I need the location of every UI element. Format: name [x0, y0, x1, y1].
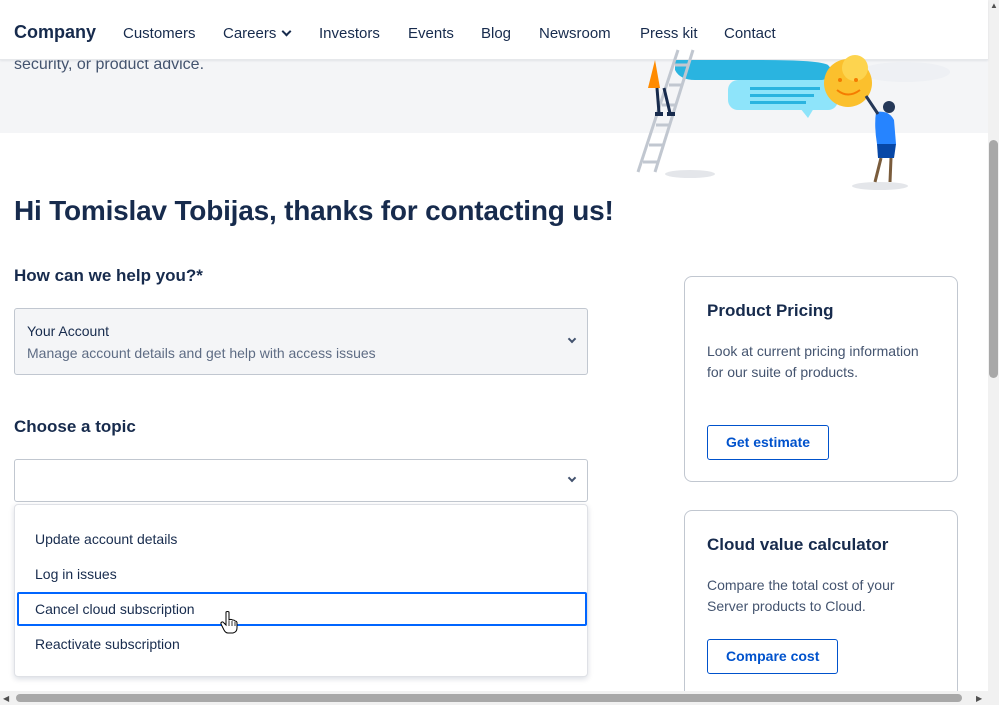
- help-select-subtitle: Manage account details and get help with…: [27, 345, 376, 361]
- chevron-down-icon: [567, 334, 577, 344]
- support-illustration: [636, 49, 950, 190]
- help-select-title: Your Account: [27, 323, 109, 339]
- topic-label: Choose a topic: [14, 417, 136, 436]
- nav-investors[interactable]: Investors: [319, 25, 380, 42]
- compare-cost-button[interactable]: Compare cost: [707, 639, 839, 674]
- hand-cursor-icon: [220, 611, 238, 634]
- nav-customers[interactable]: Customers: [123, 25, 196, 42]
- brand-logo[interactable]: Company: [14, 22, 96, 43]
- card-title: Product Pricing: [707, 301, 834, 320]
- scroll-left-arrow-icon[interactable]: ◀: [3, 694, 9, 703]
- topic-option[interactable]: Log in issues: [17, 557, 587, 591]
- topic-option[interactable]: Update account details: [17, 522, 587, 556]
- nav-careers-label: Careers: [223, 25, 277, 42]
- page-title: Hi Tomislav Tobijas, thanks for contacti…: [14, 195, 614, 226]
- help-label: How can we help you?*: [14, 266, 203, 285]
- card-description: Look at current pricing information for …: [707, 343, 919, 380]
- card-title: Cloud value calculator: [707, 535, 889, 554]
- topic-option[interactable]: Reactivate subscription: [17, 627, 587, 661]
- chevron-down-icon: [567, 473, 577, 483]
- vertical-scrollbar-thumb[interactable]: [989, 140, 998, 378]
- get-estimate-button[interactable]: Get estimate: [707, 425, 830, 460]
- chevron-down-icon: [281, 26, 292, 37]
- nav-careers[interactable]: Careers: [223, 25, 292, 42]
- product-pricing-card: Product Pricing Look at current pricing …: [684, 276, 958, 482]
- nav-events[interactable]: Events: [408, 25, 454, 42]
- topic-select[interactable]: [14, 459, 588, 502]
- cloud-value-calculator-card: Cloud value calculator Compare the total…: [684, 510, 958, 705]
- help-select[interactable]: Your Account Manage account details and …: [14, 308, 588, 375]
- topic-dropdown-menu: Update account details Log in issues Can…: [14, 504, 588, 677]
- horizontal-scrollbar-thumb[interactable]: [16, 694, 962, 702]
- card-description: Compare the total cost of your Server pr…: [707, 577, 895, 614]
- scroll-right-arrow-icon[interactable]: ▶: [976, 694, 982, 703]
- topic-option-highlighted[interactable]: Cancel cloud subscription: [17, 592, 587, 626]
- scroll-up-arrow-icon[interactable]: ▲: [990, 1, 998, 10]
- nav-blog[interactable]: Blog: [481, 25, 511, 42]
